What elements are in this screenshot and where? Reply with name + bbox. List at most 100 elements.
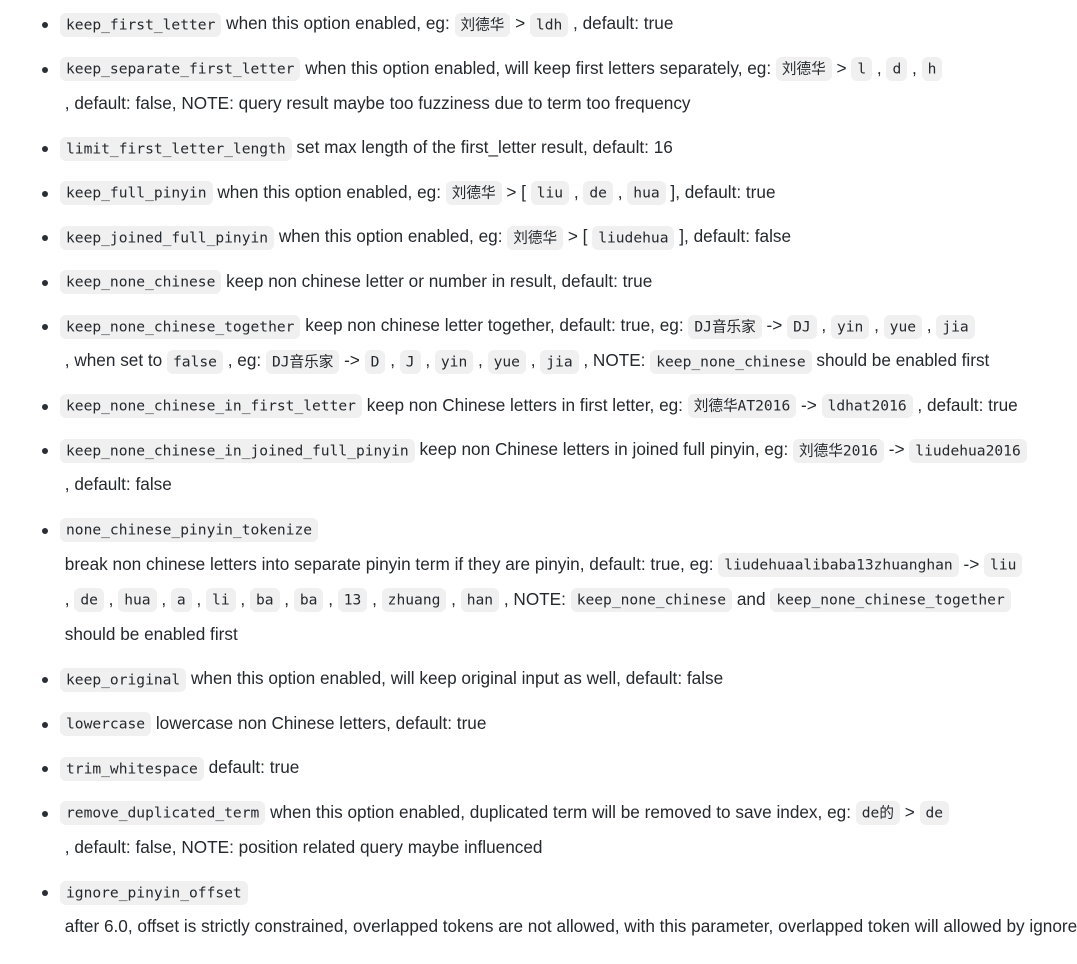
inline-code: liudehua2016 [909,438,1027,463]
inline-code: keep_none_chinese_together [770,588,1011,612]
text-run: , [473,350,488,370]
text-run: , default: false, NOTE: position related… [60,836,543,857]
inline-code: l [851,57,873,81]
inline-code: a [170,588,192,612]
list-item: remove_duplicated_term when this option … [20,795,1057,865]
text-run: , eg: [222,350,266,370]
inline-code: yin [830,314,870,339]
text-run: , [385,350,400,370]
text-run: -> [761,315,788,335]
list-item: limit_first_letter_length set max length… [20,130,1057,165]
text-run: , [103,588,119,609]
list-item: none_chinese_pinyin_tokenize break non c… [20,512,1057,652]
text-run: keep non chinese letter or number in res… [221,270,653,291]
inline-code: h [921,57,943,81]
inline-code: de [583,181,613,205]
inline-code: liu [530,181,570,205]
inline-code: ignore_pinyin_offset [60,880,248,905]
inline-code: de [919,801,950,825]
text-run: ], default: true [665,181,776,202]
text-run: break non chinese letters into separate … [60,553,719,574]
inline-code: keep_original [60,667,187,692]
inline-code: trim_whitespace [60,756,204,781]
inline-code: none_chinese_pinyin_tokenize [60,518,319,542]
text-run: , [156,588,171,609]
text-run: , [869,315,884,335]
text-run: , NOTE: [499,588,571,609]
inline-code: yin [434,349,474,374]
text-run: , [612,181,628,202]
text-run: > [ [563,226,593,246]
markdown-document: keep_first_letter when this option enabl… [0,0,1077,964]
inline-code: D [364,349,386,374]
list-item: trim_whitespace default: true [20,750,1057,785]
text-run: when this option enabled, eg: [274,226,508,246]
text-run: default: true [203,757,300,777]
text-run: -> [339,350,365,370]
text-run: , [420,350,435,370]
inline-code: ldhat2016 [821,394,913,418]
inline-code: keep_none_chinese [650,349,812,374]
text-run: , [922,315,937,335]
inline-code: liudehuaalibaba13zhuanghan [718,553,959,577]
text-run: , [569,181,584,202]
text-run: and [732,588,771,609]
inline-code: lowercase [60,712,152,736]
inline-code: DJ音乐家 [688,314,762,339]
text-run: , default: true [568,13,674,33]
text-run: , [60,588,75,609]
text-run: > [831,57,852,78]
inline-code: remove_duplicated_term [60,801,266,825]
inline-code: 刘德华 [775,57,832,81]
text-run: , NOTE: [578,350,651,370]
list-item: keep_full_pinyin when this option enable… [20,175,1057,210]
inline-code: yue [487,349,526,374]
option-list: keep_first_letter when this option enabl… [20,6,1077,944]
inline-code: hua [118,588,157,612]
inline-code: ba [249,588,280,612]
inline-code: 13 [337,588,368,612]
text-run: , [525,350,541,370]
inline-code: keep_none_chinese_in_first_letter [60,394,362,418]
inline-code: keep_separate_first_letter [60,57,301,81]
text-run: -> [796,394,822,415]
inline-code: hua [627,181,666,205]
inline-code: de的 [855,801,900,825]
inline-code: DJ音乐家 [265,349,340,374]
inline-code: 刘德华AT2016 [687,394,797,418]
text-run: > [510,13,530,33]
text-run: , default: false, NOTE: query result may… [60,92,691,113]
inline-code: J [399,349,421,374]
list-item: keep_separate_first_letter when this opt… [20,51,1057,121]
text-run: , [446,588,461,609]
list-item: keep_none_chinese_together keep non chin… [20,308,1057,378]
inline-code: zhuang [381,588,447,612]
inline-code: liudehua [592,225,675,250]
text-run: keep non Chinese letters in first letter… [361,394,688,415]
text-run: , [367,588,382,609]
text-run: when this option enabled, eg: [221,13,455,33]
inline-code: ldh [529,12,569,37]
list-item: keep_first_letter when this option enabl… [20,6,1057,41]
inline-code: yue [883,314,923,339]
text-run: lowercase non Chinese letters, default: … [151,712,487,733]
list-item: keep_joined_full_pinyin when this option… [20,219,1057,254]
text-run: ], default: false [674,226,792,246]
inline-code: 刘德华 [454,12,511,37]
text-run: when this option enabled, eg: [212,181,446,202]
list-item: lowercase lowercase non Chinese letters,… [20,706,1057,741]
text-run: keep non Chinese letters in joined full … [414,439,794,459]
text-run: should be enabled first [60,623,238,644]
text-run: -> [958,553,985,574]
text-run: , [816,315,831,335]
inline-code: keep_full_pinyin [60,181,213,205]
inline-code: keep_none_chinese_in_joined_full_pinyin [60,438,415,463]
text-run: should be enabled first [811,350,990,370]
text-run: set max length of the first_letter resul… [291,137,673,157]
text-run: , [191,588,207,609]
text-run: when this option enabled, will keep firs… [300,57,776,78]
inline-code: limit_first_letter_length [60,136,292,161]
inline-code: keep_none_chinese [570,588,733,612]
list-item: keep_original when this option enabled, … [20,661,1057,696]
inline-code: liu [984,553,1023,577]
